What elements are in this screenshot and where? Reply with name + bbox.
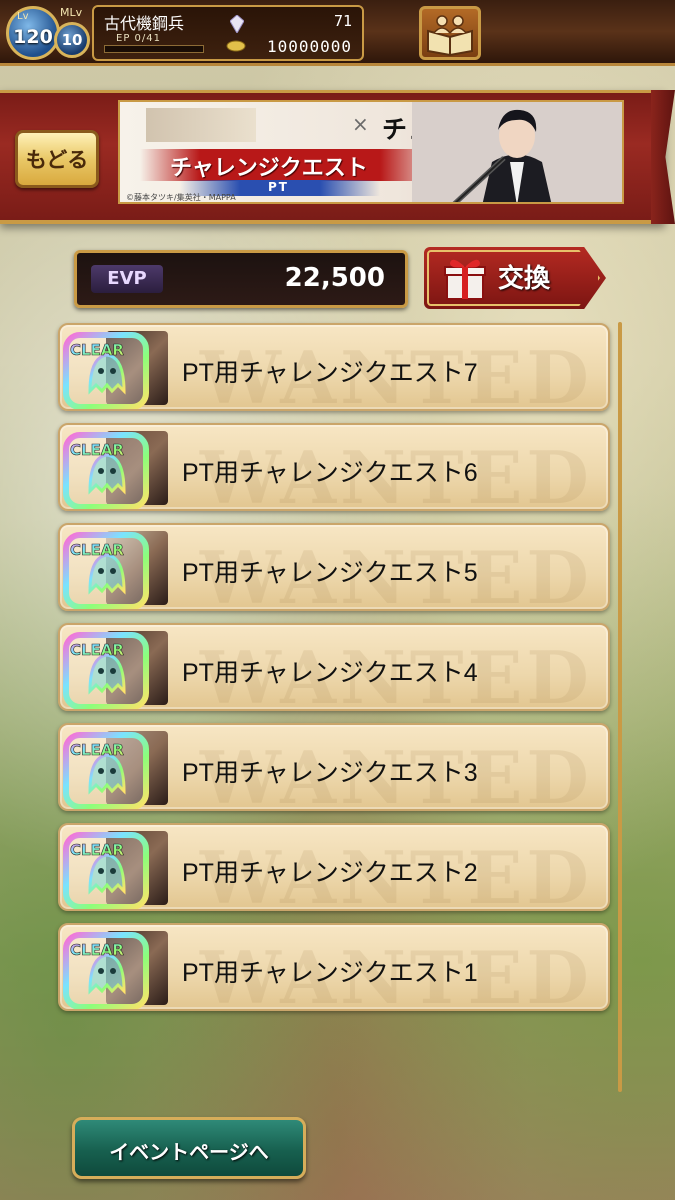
player-name: 古代機鋼兵 [104,14,185,33]
clear-badge-icon: CLEAR [63,832,149,909]
quest-title: PT用チャレンジクエスト5 [182,559,478,587]
banner-tag: PT [268,180,289,194]
quest-thumbnail: CLEAR [60,329,168,409]
evp-value: 22,500 [284,263,385,293]
clear-status-text: CLEAR [70,941,124,959]
event-banner[interactable]: × チェンソーマン チャレンジクエスト PT ©藤本タツキ/集英社・MAPPA [118,100,624,204]
event-page-label: イベントページへ [109,1140,269,1164]
level-value: 120 [13,26,53,48]
quest-item[interactable]: WANTED CLEAR PT用チャレンジクエスト6 [58,423,610,511]
ep-label: EP 0/41 [116,33,161,44]
crystal-icon [230,15,244,33]
scrollbar[interactable] [618,322,622,1092]
quest-title: PT用チャレンジクエスト1 [182,959,478,987]
clear-status-text: CLEAR [70,541,124,559]
level-badge: Lv 120 [6,6,60,60]
clear-badge-icon: CLEAR [63,732,149,809]
quest-thumbnail: CLEAR [60,829,168,909]
banner-subtitle: チャレンジクエスト [170,156,368,181]
quest-thumbnail: CLEAR [60,629,168,709]
quest-item[interactable]: WANTED CLEAR PT用チャレンジクエスト1 [58,923,610,1011]
clear-status-text: CLEAR [70,741,124,759]
quest-thumbnail: CLEAR [60,529,168,609]
quest-title: PT用チャレンジクエスト6 [182,459,478,487]
ep-progress-bar [104,45,204,53]
quest-list: WANTED CLEAR PT用チャレンジクエスト7 WANTED CLEAR … [58,323,610,1023]
mlv-badge: 10 [54,22,90,58]
quest-title: PT用チャレンジクエスト4 [182,659,478,687]
clear-badge-icon: CLEAR [63,932,149,1009]
quest-title: PT用チャレンジクエスト2 [182,859,478,887]
gift-icon [444,259,486,300]
clear-badge-icon: CLEAR [63,332,149,409]
coin-icon [226,40,246,52]
back-button[interactable]: もどる [15,130,99,188]
exchange-button[interactable]: 交換 [424,247,606,309]
gold-count: 10000000 [266,37,352,56]
player-info-panel: 古代機鋼兵 EP 0/41 71 10000000 [92,5,364,61]
banner-copyright: ©藤本タツキ/集英社・MAPPA [126,193,236,202]
clear-status-text: CLEAR [70,441,124,459]
quest-item[interactable]: WANTED CLEAR PT用チャレンジクエスト3 [58,723,610,811]
book-people-icon [427,15,473,57]
clear-badge-icon: CLEAR [63,432,149,509]
clear-status-text: CLEAR [70,341,124,359]
evp-label: EVP [91,265,163,293]
quest-item[interactable]: WANTED CLEAR PT用チャレンジクエスト2 [58,823,610,911]
collab-mark: × [352,112,369,136]
crystal-count: 71 [333,12,352,30]
quest-thumbnail: CLEAR [60,929,168,1009]
game-logo [146,108,256,142]
clear-badge-icon: CLEAR [63,532,149,609]
mlv-label: MLv [60,6,83,19]
mlv-value: 10 [61,31,83,49]
quest-thumbnail: CLEAR [60,729,168,809]
level-label: Lv [17,11,29,22]
character-illustration [412,102,622,202]
clear-status-text: CLEAR [70,641,124,659]
quest-item[interactable]: WANTED CLEAR PT用チャレンジクエスト7 [58,323,610,411]
quest-thumbnail: CLEAR [60,429,168,509]
evp-display: EVP 22,500 [74,250,408,308]
clear-badge-icon: CLEAR [63,632,149,709]
quest-item[interactable]: WANTED CLEAR PT用チャレンジクエスト4 [58,623,610,711]
quest-item[interactable]: WANTED CLEAR PT用チャレンジクエスト5 [58,523,610,611]
top-status-bar: Lv 120 MLv 10 古代機鋼兵 EP 0/41 71 10000000 [0,0,675,66]
quest-title: PT用チャレンジクエスト7 [182,359,478,387]
quest-title: PT用チャレンジクエスト3 [182,759,478,787]
clear-status-text: CLEAR [70,841,124,859]
exchange-label: 交換 [498,264,551,294]
event-page-button[interactable]: イベントページへ [72,1117,306,1179]
book-people-button[interactable] [419,6,481,60]
